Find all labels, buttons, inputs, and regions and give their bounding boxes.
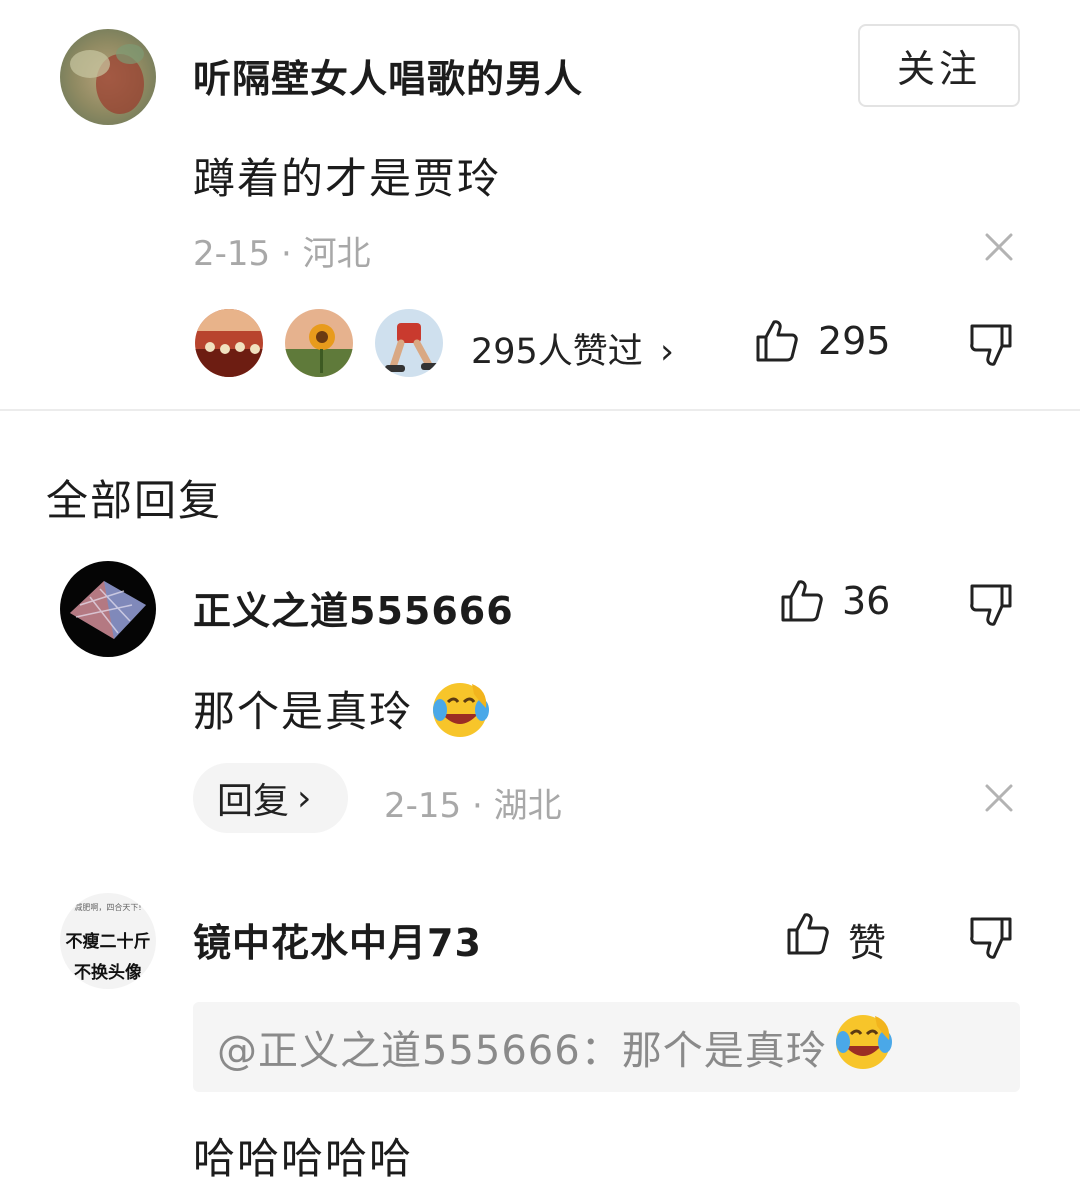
thumbs-down-icon[interactable] [968, 582, 1014, 632]
close-icon[interactable] [984, 232, 1014, 262]
reply-avatar[interactable] [60, 561, 156, 657]
reply-text-body: 那个是真玲 [193, 687, 414, 736]
liker-avatar[interactable] [372, 306, 446, 380]
avatar-text-small: 减肥啊，四合天下! [74, 903, 142, 912]
reply-button-label[interactable]: 回复 [217, 772, 289, 824]
liker-avatar[interactable] [282, 306, 356, 380]
comment-meta: 2-15 · 河北 [193, 234, 371, 274]
quoted-reply: @正义之道555666：那个是真玲 [193, 1002, 1020, 1092]
reply-text: 哈哈哈哈哈 [193, 1134, 414, 1183]
reply-text: 那个是真玲 [193, 678, 494, 750]
chevron-right-icon: › [659, 332, 674, 372]
liker-avatar[interactable] [192, 306, 266, 380]
reply-username[interactable]: 镜中花水中月73 [193, 912, 482, 967]
reply-meta: 2-15 · 湖北 [384, 786, 562, 826]
likers-summary[interactable]: 295人赞过 › [471, 323, 674, 374]
rolling-laughing-emoji [428, 680, 494, 750]
thumbs-up-icon[interactable] [779, 578, 825, 628]
likers-summary-text[interactable]: 295人赞过 [471, 332, 643, 372]
close-icon[interactable] [984, 783, 1014, 813]
reply-avatar[interactable]: 减肥啊，四合天下! 不瘦二十斤 不换头像 [60, 893, 156, 989]
commenter-avatar[interactable] [60, 29, 156, 125]
reply-username[interactable]: 正义之道555666 [193, 580, 514, 635]
section-title: 全部回复 [46, 476, 223, 525]
thumbs-up-icon[interactable] [754, 318, 800, 368]
chevron-right-icon: › [297, 777, 312, 819]
rolling-laughing-emoji [831, 1012, 897, 1082]
like-count: 295 [818, 319, 891, 363]
avatar-text-line2: 不换头像 [74, 963, 142, 983]
thumbs-up-icon[interactable] [785, 911, 831, 961]
comment-text: 蹲着的才是贾玲 [193, 154, 502, 203]
divider [0, 409, 1080, 411]
quoted-reply-text: @正义之道555666：那个是真玲 [217, 1028, 827, 1074]
commenter-username[interactable]: 听隔壁女人唱歌的男人 [193, 48, 583, 103]
follow-button[interactable]: 关注 [858, 24, 1020, 107]
like-count: 36 [842, 579, 891, 623]
avatar-text-line1: 不瘦二十斤 [65, 932, 151, 952]
like-label: 赞 [848, 921, 887, 965]
thumbs-down-icon[interactable] [968, 915, 1014, 965]
reply-button[interactable]: 回复 › [193, 763, 348, 833]
thumbs-down-icon[interactable] [968, 322, 1014, 372]
